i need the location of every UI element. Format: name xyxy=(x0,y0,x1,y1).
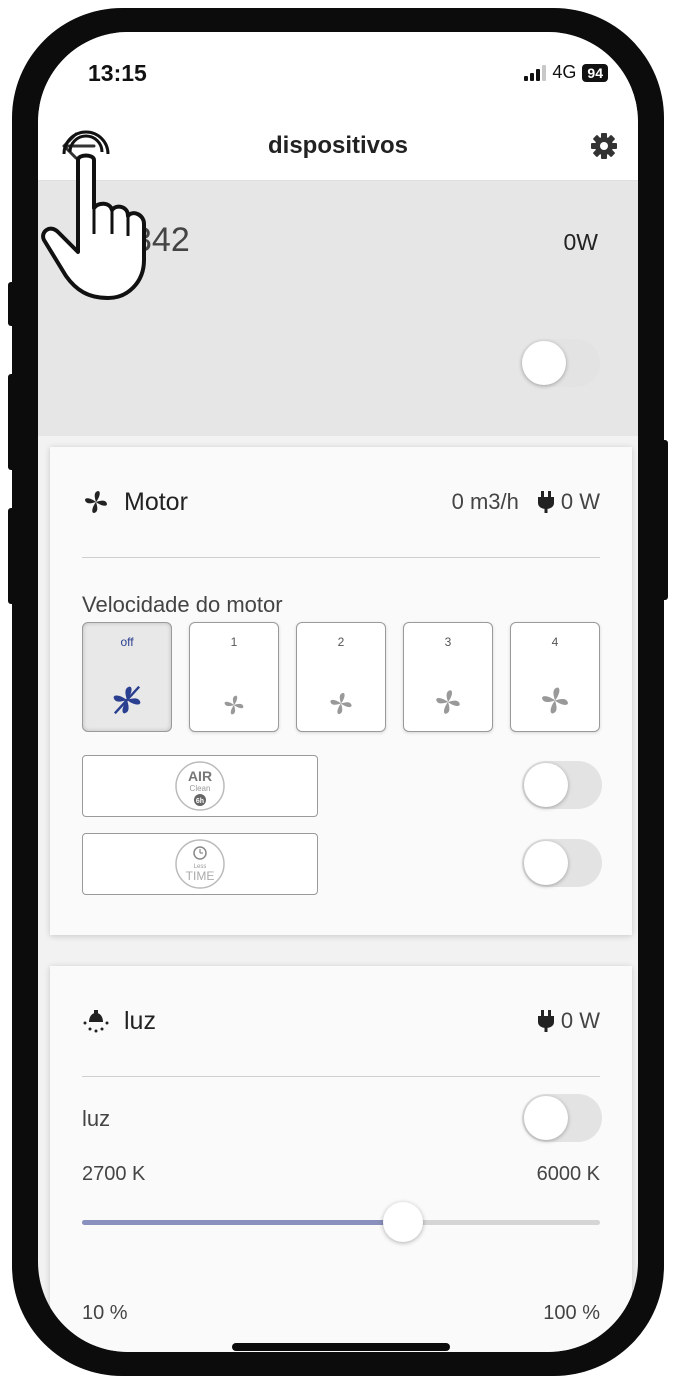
fan-icon xyxy=(85,491,107,513)
motor-card: Motor 0 m3/h 0 W Velocidade do motor off xyxy=(50,447,632,935)
luz-card: luz 0 W luz 2700 K 6000 K 10 % 100 % xyxy=(50,966,632,1352)
battery-icon: 94 xyxy=(582,63,608,82)
toggle-knob xyxy=(524,763,568,807)
speed-button-3[interactable]: 3 xyxy=(403,622,493,732)
slider-thumb[interactable] xyxy=(383,1202,424,1242)
status-time: 13:15 xyxy=(88,60,147,86)
side-button xyxy=(8,282,16,326)
speed-label: 3 xyxy=(444,635,452,649)
toggle-knob xyxy=(524,841,568,885)
motor-card-header: Motor 0 m3/h 0 W xyxy=(82,487,600,517)
divider xyxy=(82,1076,600,1077)
signal-icon xyxy=(524,64,547,81)
divider xyxy=(82,557,600,558)
tap-gesture-icon xyxy=(41,130,146,300)
temp-min-label: 2700 K xyxy=(82,1163,146,1185)
network-type: 4G xyxy=(552,62,577,82)
status-indicators: 4G 94 xyxy=(524,62,608,83)
luz-power: 0 W xyxy=(560,1008,600,1033)
fan-icon xyxy=(113,685,141,715)
plug-icon xyxy=(537,491,554,513)
speed-button-off[interactable]: off xyxy=(82,622,172,732)
air-clean-toggle[interactable] xyxy=(522,761,602,809)
luz-toggle[interactable] xyxy=(522,1094,602,1142)
speed-label: off xyxy=(120,635,134,649)
speed-button-2[interactable]: 2 xyxy=(296,622,386,732)
speed-label: 4 xyxy=(551,635,559,649)
less-time-button[interactable]: Less TIME xyxy=(82,833,318,895)
luz-card-header: luz 0 W xyxy=(82,1006,600,1036)
speed-button-4[interactable]: 4 xyxy=(510,622,600,732)
brightness-min-label: 10 % xyxy=(82,1302,128,1324)
speed-button-1[interactable]: 1 xyxy=(189,622,279,732)
side-button xyxy=(660,440,668,600)
plug-icon xyxy=(537,1010,554,1032)
settings-button[interactable] xyxy=(588,130,620,162)
light-bulb-icon xyxy=(83,1010,109,1033)
motor-power-stat: 0 W xyxy=(537,489,600,515)
color-temperature-slider[interactable] xyxy=(82,1202,600,1242)
less-time-toggle[interactable] xyxy=(522,839,602,887)
fan-icon xyxy=(224,695,244,715)
fan-icon xyxy=(330,692,352,715)
luz-title: luz xyxy=(124,1006,156,1035)
svg-text:Clean: Clean xyxy=(190,784,211,793)
speed-label: 2 xyxy=(337,635,345,649)
air-clean-button[interactable]: AIR Clean 6h xyxy=(82,755,318,817)
luz-power-stat: 0 W xyxy=(537,1008,600,1034)
toggle-knob xyxy=(524,1096,568,1140)
less-time-icon: Less TIME xyxy=(175,839,225,889)
air-clean-icon: AIR Clean 6h xyxy=(175,761,225,811)
motor-title: Motor xyxy=(124,487,188,516)
motor-power: 0 W xyxy=(560,489,600,514)
luz-toggle-label: luz xyxy=(82,1106,111,1131)
svg-text:6h: 6h xyxy=(196,798,204,805)
temp-max-label: 6000 K xyxy=(536,1163,600,1185)
svg-text:AIR: AIR xyxy=(188,768,212,784)
speed-selector: off 1 2 3 4 xyxy=(82,622,602,734)
fan-icon xyxy=(436,690,460,714)
device-power: 0W xyxy=(563,229,599,255)
speed-section-label: Velocidade do motor xyxy=(82,592,283,617)
home-indicator xyxy=(232,1343,450,1351)
gear-icon xyxy=(591,133,617,159)
status-bar: 13:15 4G 94 xyxy=(38,32,638,112)
fan-icon xyxy=(542,687,568,714)
motor-airflow: 0 m3/h xyxy=(451,489,519,514)
device-power-toggle[interactable] xyxy=(520,339,600,387)
speed-label: 1 xyxy=(230,635,238,649)
side-button xyxy=(8,374,16,470)
svg-text:TIME: TIME xyxy=(186,869,215,883)
brightness-max-label: 100 % xyxy=(543,1302,600,1324)
toggle-knob xyxy=(522,341,566,385)
side-button xyxy=(8,508,16,604)
slider-fill xyxy=(82,1220,404,1225)
